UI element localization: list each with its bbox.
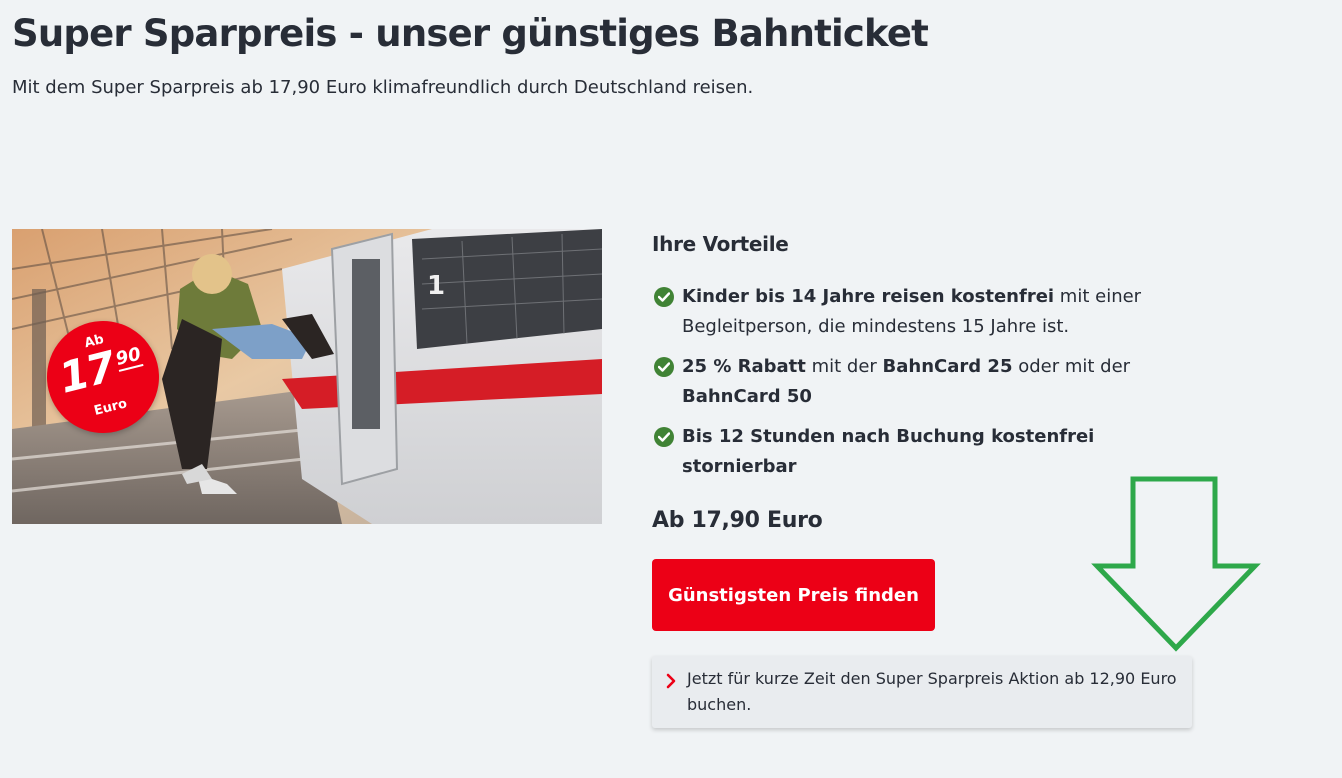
benefit-text-bold: Kinder bis 14 Jahre reisen kostenfrei <box>682 286 1055 307</box>
chevron-right-icon <box>666 673 676 689</box>
benefit-text-bold: BahnCard 25 <box>882 356 1013 377</box>
benefit-text-bold: Bis 12 Stunden nach Buchung kostenfrei s… <box>682 426 1095 477</box>
price-from: Ab 17,90 Euro <box>652 508 823 533</box>
check-circle-icon <box>654 427 674 447</box>
coach-class-number: 1 <box>427 271 445 301</box>
promo-link-text[interactable]: Jetzt für kurze Zeit den Super Sparpreis… <box>687 666 1177 718</box>
benefit-item: Kinder bis 14 Jahre reisen kostenfrei mi… <box>652 282 1172 342</box>
benefits-heading: Ihre Vorteile <box>652 232 789 256</box>
price-badge-decimal: 90 <box>113 343 144 372</box>
page-subtitle: Mit dem Super Sparpreis ab 17,90 Euro kl… <box>12 77 754 98</box>
arrow-down-icon <box>1091 476 1261 652</box>
benefit-text: oder mit der <box>1012 356 1131 377</box>
page-title: Super Sparpreis - unser günstiges Bahnti… <box>12 12 929 55</box>
benefit-item: 25 % Rabatt mit der BahnCard 25 oder mit… <box>652 352 1172 412</box>
benefit-item: Bis 12 Stunden nach Buchung kostenfrei s… <box>652 422 1172 482</box>
benefits-list: Kinder bis 14 Jahre reisen kostenfrei mi… <box>652 282 1172 492</box>
benefit-text-bold: BahnCard 50 <box>682 386 812 407</box>
benefit-text-bold: 25 % Rabatt <box>682 356 806 377</box>
check-circle-icon <box>654 357 674 377</box>
find-cheapest-price-button[interactable]: Günstigsten Preis finden <box>652 559 935 631</box>
promo-link-card[interactable]: Jetzt für kurze Zeit den Super Sparpreis… <box>652 656 1192 728</box>
price-badge-number: 17 <box>54 341 119 403</box>
check-circle-icon <box>654 287 674 307</box>
benefit-text: mit der <box>805 356 883 377</box>
